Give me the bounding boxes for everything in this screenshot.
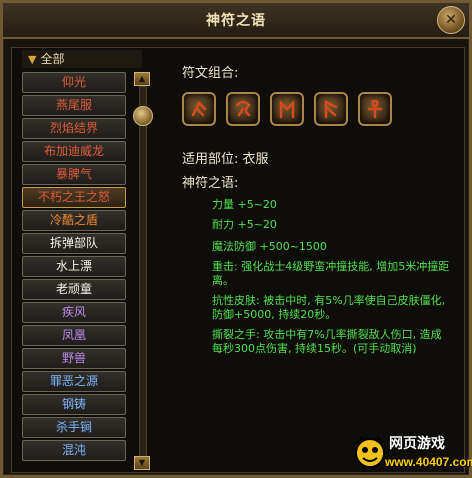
chevron-down-icon: ▼ xyxy=(28,53,37,66)
list-item[interactable]: 仰光 xyxy=(22,72,126,93)
content-panel: ▼ 全部 仰光 燕尾服 烈焰结界 布加迪威龙 暴脾气 不朽之王之怒 冷酷之盾 拆弹部队 水上漂 老顽… xyxy=(11,47,465,473)
list-item[interactable]: 烈焰结界 xyxy=(22,118,126,139)
list-item[interactable]: 暴脾气 xyxy=(22,164,126,185)
effect-tearing-hand: 撕裂之手: 攻击中有7%几率撕裂敌人伤口, 造成每秒300点伤害, 持续15秒。… xyxy=(212,328,442,355)
list-item[interactable]: 钢铸 xyxy=(22,394,126,415)
rune-5-icon[interactable] xyxy=(358,92,392,126)
list-item[interactable]: 杀手锏 xyxy=(22,417,126,438)
runeword-window: 神符之语 ✕ ▼ 全部 仰光 燕尾服 烈焰结界 布加迪威龙 暴脾气 不朽之王之怒 冷酷之盾 拆弹… xyxy=(0,0,472,478)
title-bar[interactable]: 神符之语 ✕ xyxy=(3,3,469,39)
list-item[interactable]: 凤凰 xyxy=(22,325,126,346)
stat-magic-defense: 魔法防御 +500~1500 xyxy=(212,240,327,253)
stat-strength: 力量 +5~20 xyxy=(212,198,277,211)
list-item[interactable]: 混沌 xyxy=(22,440,126,461)
scroll-down-button[interactable]: ▼ xyxy=(134,456,150,470)
window-title: 神符之语 xyxy=(206,13,266,29)
list-item[interactable]: 老顽童 xyxy=(22,279,126,300)
scroll-track[interactable] xyxy=(139,86,147,460)
stat-stamina: 耐力 +5~20 xyxy=(212,218,277,231)
list-item[interactable]: 拆弹部队 xyxy=(22,233,126,254)
list-item[interactable]: 燕尾服 xyxy=(22,95,126,116)
scroll-up-button[interactable]: ▲ xyxy=(134,72,150,86)
rune-combo-label: 符文组合: xyxy=(182,66,239,81)
rune-2-icon[interactable] xyxy=(226,92,260,126)
list-item[interactable]: 疾风 xyxy=(22,302,126,323)
arrow-up-icon: ▲ xyxy=(138,74,146,83)
scroll-thumb[interactable] xyxy=(133,106,153,126)
rune-1-icon[interactable] xyxy=(182,92,216,126)
close-icon: ✕ xyxy=(445,12,457,28)
runeword-detail: 符文组合: 适用部位: 衣服 神符之语: 力量 +5~20 耐力 +5~20 魔… xyxy=(164,48,456,468)
arrow-down-icon: ▼ xyxy=(138,458,146,467)
close-button[interactable]: ✕ xyxy=(437,6,465,34)
words-label: 神符之语: xyxy=(182,176,239,191)
list-item[interactable]: 冷酷之盾 xyxy=(22,210,126,231)
rune-3-icon[interactable] xyxy=(270,92,304,126)
effect-heavy-strike: 重击: 强化战士4级野蛮冲撞技能, 增加5米冲撞距离。 xyxy=(212,260,450,287)
list-item[interactable]: 不朽之王之怒 xyxy=(22,187,126,208)
list-item[interactable]: 水上漂 xyxy=(22,256,126,277)
slot-label: 适用部位: 衣服 xyxy=(182,152,269,167)
list-item[interactable]: 布加迪威龙 xyxy=(22,141,126,162)
list-item[interactable]: 罪恶之源 xyxy=(22,371,126,392)
list-items: 仰光 燕尾服 烈焰结界 布加迪威龙 暴脾气 不朽之王之怒 冷酷之盾 拆弹部队 水上漂 老顽童 疾风凤… xyxy=(22,72,126,463)
rune-4-icon[interactable] xyxy=(314,92,348,126)
watermark-title: 网页游戏 xyxy=(389,436,445,452)
watermark-url: www.40407.com xyxy=(385,455,472,469)
site-watermark: 网页游戏 www.40407.com xyxy=(353,431,472,477)
rune-combo xyxy=(182,92,392,126)
list-scrollbar[interactable]: ▲ ▼ xyxy=(133,72,153,470)
category-label: 全部 xyxy=(40,52,65,66)
effect-resistant-skin: 抗性皮肤: 被击中时, 有5%几率使自己皮肤僵化, 防御+5000, 持续20秒… xyxy=(212,294,446,321)
mascot-logo-icon xyxy=(355,436,385,468)
runeword-list: ▼ 全部 仰光 燕尾服 烈焰结界 布加迪威龙 暴脾气 不朽之王之怒 冷酷之盾 拆弹部队 水上漂 老顽… xyxy=(22,50,153,470)
category-header[interactable]: ▼ 全部 xyxy=(22,50,142,68)
list-item[interactable]: 野兽 xyxy=(22,348,126,369)
